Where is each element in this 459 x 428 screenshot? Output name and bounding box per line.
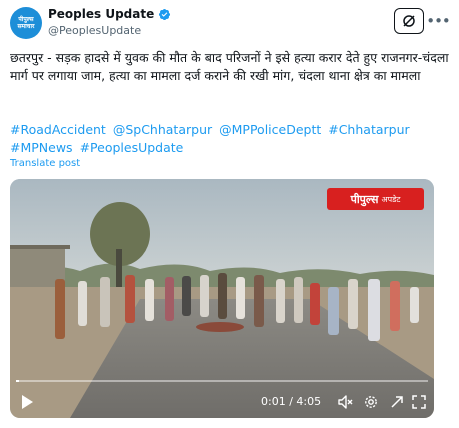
- avatar-line-2: समाचार: [17, 23, 35, 30]
- mention-link[interactable]: @MPPoliceDeptt: [219, 122, 321, 137]
- more-options-button[interactable]: •••: [426, 9, 451, 33]
- settings-button[interactable]: [362, 393, 380, 411]
- video-progress-bar[interactable]: [16, 380, 428, 382]
- hashtag-link[interactable]: #MPNews: [10, 140, 73, 155]
- popout-button[interactable]: [388, 393, 406, 411]
- mention-link[interactable]: @SpChhatarpur: [113, 122, 212, 137]
- video-time: 0:01 / 4:05: [261, 395, 322, 408]
- volume-icon: [338, 395, 353, 409]
- play-icon: [22, 395, 33, 409]
- watermark-main: पीपुल्स: [350, 192, 379, 206]
- play-button[interactable]: [18, 393, 36, 411]
- name-row: Peoples Update: [48, 7, 171, 21]
- channel-watermark: पीपुल्स अपडेट: [327, 188, 424, 210]
- hashtag-row: #RoadAccident @SpChhatarpur @MPPoliceDep…: [10, 121, 450, 157]
- post-text: छतरपुर - सड़क हादसे में युवक की मौत के ब…: [10, 50, 449, 83]
- hashtag-link[interactable]: #PeoplesUpdate: [80, 140, 184, 155]
- video-controls: 0:01 / 4:05: [10, 384, 434, 418]
- avatar[interactable]: पीपुल्स समाचार: [10, 7, 42, 39]
- display-name[interactable]: Peoples Update: [48, 7, 154, 21]
- verified-badge-icon: [159, 8, 171, 20]
- more-icon: •••: [426, 12, 451, 30]
- post-header: पीपुल्स समाचार Peoples Update @PeoplesUp…: [10, 5, 451, 41]
- fullscreen-button[interactable]: [410, 393, 428, 411]
- settings-icon: [365, 396, 377, 408]
- watermark-sub: अपडेट: [381, 194, 401, 204]
- volume-button[interactable]: [336, 393, 354, 411]
- hashtag-link[interactable]: #RoadAccident: [10, 122, 106, 137]
- translate-post-link[interactable]: Translate post: [10, 158, 80, 169]
- video-progress-fill: [16, 380, 19, 382]
- hashtag-link[interactable]: #Chhatarpur: [328, 122, 409, 137]
- video-frame: [10, 179, 434, 418]
- account-handle[interactable]: @PeoplesUpdate: [48, 24, 141, 37]
- fullscreen-icon: [412, 395, 426, 409]
- avatar-line-1: पीपुल्स: [18, 16, 34, 23]
- grok-button[interactable]: [394, 8, 424, 34]
- popout-icon: [391, 396, 403, 408]
- grok-icon: [403, 15, 415, 27]
- video-player[interactable]: पीपुल्स अपडेट 0:01 / 4:05: [10, 179, 434, 418]
